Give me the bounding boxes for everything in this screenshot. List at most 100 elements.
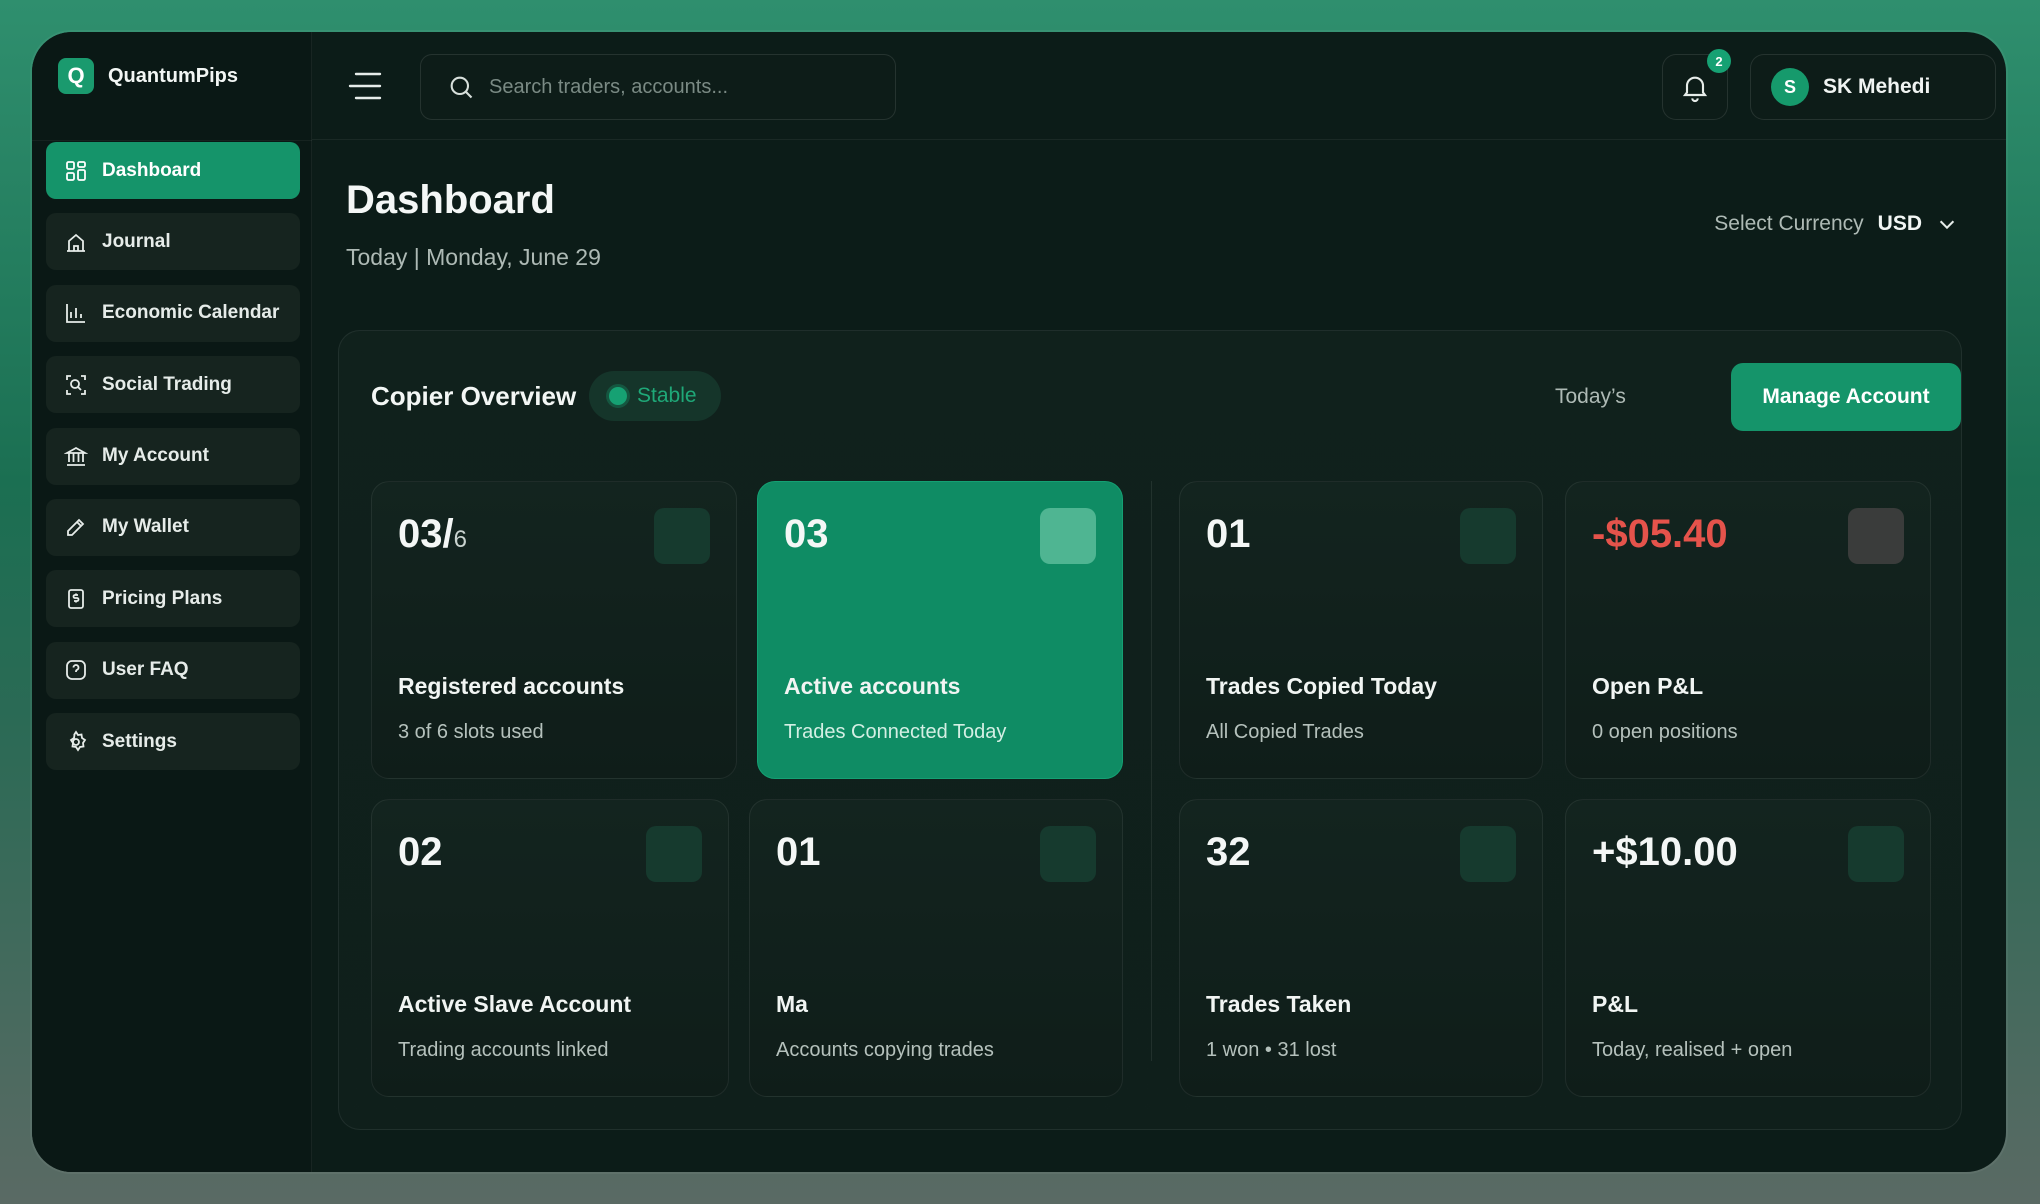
card-value: -$05.40 (1592, 512, 1728, 556)
status-label: Stable (637, 384, 697, 407)
menu-icon (348, 72, 382, 100)
sidebar-item-label: Dashboard (102, 159, 202, 181)
dollar-doc-icon (68, 588, 84, 609)
menu-toggle-button[interactable] (348, 70, 384, 102)
sidebar-item-my-wallet[interactable]: My Wallet (46, 498, 300, 556)
card-sub: 1 won • 31 lost (1206, 1039, 1337, 1061)
search-bar[interactable] (420, 54, 896, 120)
card-label: P&L (1592, 991, 1638, 1017)
card-icon (1460, 826, 1516, 882)
card-icon (1848, 508, 1904, 564)
sidebar-item-economic-calendar[interactable]: Economic Calendar (46, 284, 300, 342)
card-value: 03/6 (398, 512, 467, 557)
currency-value: USD (1877, 212, 1922, 235)
currency-label: Select Currency (1714, 212, 1864, 235)
sidebar-item-journal[interactable]: Journal (46, 213, 300, 271)
card-icon (1460, 508, 1516, 564)
stat-card-trades-copied-today[interactable]: 01 Trades Copied Today All Copied Trades (1179, 481, 1543, 779)
sidebar-item-user-faq[interactable]: User FAQ (46, 641, 300, 699)
card-sub: All Copied Trades (1206, 721, 1364, 743)
journal-icon (67, 233, 85, 252)
sidebar-nav: Dashboard Journal Economic Calendar Soci… (46, 142, 300, 785)
app-window: Q QuantumPips Dashboard Journal Economic… (32, 32, 2006, 1172)
stat-card-registered-accounts[interactable]: 03/6 Registered accounts 3 of 6 slots us… (371, 481, 737, 779)
brand[interactable]: Q QuantumPips (58, 58, 238, 94)
card-value: 01 (776, 830, 821, 874)
card-label: Open P&L (1592, 673, 1704, 699)
card-value: 01 (1206, 512, 1251, 556)
sidebar-item-label: Economic Calendar (102, 302, 280, 324)
grid-icon (66, 160, 86, 181)
card-icon (1040, 826, 1096, 882)
card-value: 03 (784, 512, 829, 556)
card-value: 32 (1206, 830, 1251, 874)
card-label: Trades Taken (1206, 991, 1352, 1017)
panel-title: Copier Overview (371, 381, 577, 411)
stat-card-open-pnl[interactable]: -$05.40 Open P&L 0 open positions (1565, 481, 1931, 779)
search-icon (450, 76, 473, 99)
sidebar-item-label: My Account (102, 445, 209, 467)
sidebar-item-label: Settings (102, 730, 177, 752)
status-dot-icon (609, 387, 627, 405)
stat-card-pnl[interactable]: +$10.00 P&L Today, realised + open (1565, 799, 1931, 1097)
chart-bars-icon (66, 304, 85, 324)
gear-icon (69, 730, 87, 752)
copier-overview-panel: Copier Overview Stable Today’s Manage Ac… (338, 330, 1962, 1130)
card-sub: Trades Connected Today (784, 721, 1007, 743)
stat-card-active-slave-account[interactable]: 02 Active Slave Account Trading accounts… (371, 799, 729, 1097)
card-sub: Accounts copying trades (776, 1039, 994, 1061)
divider (32, 140, 312, 141)
card-value-main: 03/ (398, 512, 454, 556)
card-icon (1040, 508, 1096, 564)
sidebar-item-pricing-plans[interactable]: Pricing Plans (46, 570, 300, 628)
divider (1151, 481, 1152, 1061)
stat-card-master-accounts[interactable]: 01 Ma Accounts copying trades (749, 799, 1123, 1097)
user-menu[interactable]: S SK Mehedi (1750, 54, 1996, 120)
sidebar-item-social-trading[interactable]: Social Trading (46, 356, 300, 414)
card-value: +$10.00 (1592, 830, 1738, 874)
card-sub: Trading accounts linked (398, 1039, 609, 1061)
sidebar-item-settings[interactable]: Settings (46, 713, 300, 771)
card-value-total: 6 (453, 526, 467, 553)
stat-card-active-accounts[interactable]: 03 Active accounts Trades Connected Toda… (757, 481, 1123, 779)
sidebar-item-label: Social Trading (102, 373, 232, 395)
card-label: Registered accounts (398, 673, 625, 699)
card-icon (646, 826, 702, 882)
sidebar-item-label: My Wallet (102, 516, 189, 538)
card-sub: Today, realised + open (1592, 1039, 1793, 1061)
status-badge: Stable (589, 371, 721, 421)
card-sub: 3 of 6 slots used (398, 721, 544, 743)
wallet-icon (67, 519, 85, 537)
avatar: S (1771, 68, 1809, 106)
card-sub: 0 open positions (1592, 721, 1738, 743)
bank-icon (64, 447, 88, 466)
notifications-button[interactable]: 2 (1662, 49, 1731, 120)
page-date: Today | Monday, June 29 (346, 244, 601, 270)
sidebar-item-dashboard[interactable]: Dashboard (46, 142, 300, 199)
question-icon (66, 660, 86, 681)
sidebar: Q QuantumPips Dashboard Journal Economic… (32, 32, 312, 1172)
brand-logo: Q (58, 58, 94, 94)
card-label: Active Slave Account (398, 991, 632, 1017)
stat-card-trades-taken[interactable]: 32 Trades Taken 1 won • 31 lost (1179, 799, 1543, 1097)
sidebar-item-label: Pricing Plans (102, 587, 223, 609)
user-name: SK Mehedi (1823, 75, 1931, 98)
page-title: Dashboard (346, 178, 555, 222)
card-icon (1848, 826, 1904, 882)
search-input[interactable] (489, 75, 849, 99)
card-icon (654, 508, 710, 564)
card-label: Trades Copied Today (1206, 673, 1437, 699)
sidebar-item-label: Journal (102, 230, 171, 252)
period-filter[interactable]: Today’s (1555, 385, 1626, 409)
card-label: Active accounts (784, 673, 961, 699)
currency-select[interactable]: Select Currency USD (1714, 212, 1958, 236)
bell-icon (1682, 76, 1708, 102)
card-label: Ma (776, 991, 808, 1017)
manage-account-button[interactable]: Manage Account (1731, 363, 1961, 431)
social-search-icon (66, 374, 86, 395)
chevron-down-icon (1939, 220, 1955, 230)
card-value: 02 (398, 830, 443, 874)
notification-badge: 2 (1707, 49, 1731, 73)
sidebar-item-label: User FAQ (102, 659, 189, 681)
sidebar-item-my-account[interactable]: My Account (46, 427, 300, 485)
